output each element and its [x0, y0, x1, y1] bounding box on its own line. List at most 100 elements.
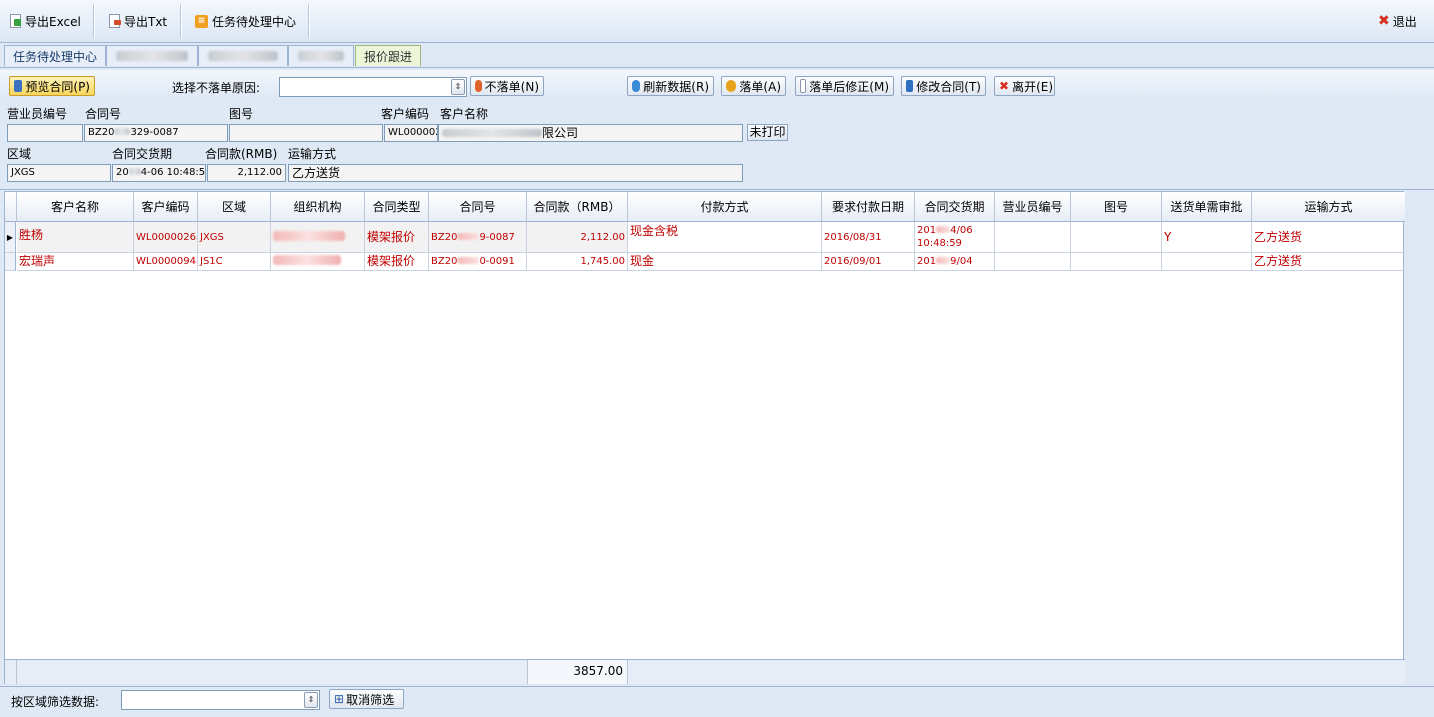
chevron-down-icon[interactable]: ⇕: [304, 692, 318, 708]
preview-contract-button[interactable]: 预览合同(P): [9, 76, 95, 96]
pay-date-cell[interactable]: 2016/09/01: [822, 253, 915, 271]
reason-select[interactable]: ⇕: [279, 77, 467, 97]
leave-label: 离开(E): [1012, 79, 1054, 94]
contract-no-field[interactable]: BZ20 329-0087: [84, 124, 228, 142]
no-order-label: 不落单(N): [484, 79, 539, 94]
shipping-cell[interactable]: 乙方送货: [1252, 253, 1405, 271]
chevron-down-icon[interactable]: ⇕: [451, 79, 465, 95]
tab-label: 报价跟进: [363, 49, 412, 64]
column-header[interactable]: 客户编码: [134, 192, 198, 222]
contract-type-cell[interactable]: 模架报价: [365, 253, 429, 271]
payment-cell[interactable]: 现金: [628, 253, 822, 271]
tab-task-center[interactable]: 任务待处理中心: [4, 45, 106, 66]
contract-no-tail: 0-0091: [479, 256, 515, 267]
txt-file-icon: [109, 14, 121, 28]
shipping-cell[interactable]: 乙方送货: [1252, 222, 1405, 253]
salesman-no-label: 营业员编号: [7, 107, 68, 121]
salesman-cell[interactable]: [995, 222, 1071, 253]
amount-cell[interactable]: 1,745.00: [527, 253, 628, 271]
shipping-field[interactable]: 乙方送货: [288, 164, 743, 182]
need-approval-cell[interactable]: [1162, 253, 1252, 271]
customer-name-cell[interactable]: 宏瑞声: [17, 253, 134, 271]
delivery-date-label: 合同交货期: [112, 147, 173, 161]
column-header[interactable]: 组织机构: [271, 192, 365, 222]
tab-blurred-2[interactable]: [198, 45, 288, 66]
amount-field[interactable]: 2,112.00: [207, 164, 286, 182]
fix-after-order-label: 落单后修正(M): [809, 79, 889, 94]
contract-no-cell[interactable]: BZ20 0-0091: [429, 253, 527, 271]
drawing-cell[interactable]: [1071, 253, 1162, 271]
drawing-no-label: 图号: [229, 107, 254, 121]
export-excel-button[interactable]: 导出Excel: [10, 0, 81, 42]
pay-date-cell[interactable]: 2016/08/31: [822, 222, 915, 253]
amount-cell[interactable]: 2,112.00: [527, 222, 628, 253]
fix-after-order-button[interactable]: 落单后修正(M): [795, 76, 894, 96]
toolbar-divider: [93, 4, 95, 38]
column-header[interactable]: 运输方式: [1252, 192, 1405, 222]
column-header[interactable]: 要求付款日期: [822, 192, 915, 222]
column-header[interactable]: 付款方式: [628, 192, 822, 222]
delivery-tail: 4/06: [950, 225, 973, 236]
contract-no-value: BZ20: [88, 127, 115, 138]
column-header[interactable]: 客户名称: [17, 192, 134, 222]
org-cell[interactable]: [271, 222, 365, 253]
toolbar-divider: [308, 4, 310, 38]
column-header[interactable]: 图号: [1071, 192, 1162, 222]
tab-blurred-1[interactable]: [106, 45, 198, 66]
column-header[interactable]: 区域: [198, 192, 271, 222]
column-header[interactable]: 营业员编号: [995, 192, 1071, 222]
exit-button[interactable]: ✖ 退出: [1378, 0, 1417, 42]
salesman-no-field[interactable]: [7, 124, 83, 142]
customer-code-cell[interactable]: WL00000948: [134, 253, 198, 271]
main-toolbar: 导出Excel 导出Txt ≡ 任务待处理中心 ✖ 退出: [0, 0, 1434, 43]
contract-type-cell[interactable]: 模架报价: [365, 222, 429, 253]
org-cell[interactable]: [271, 253, 365, 271]
customer-name-cell[interactable]: 胜杨: [17, 222, 134, 253]
drawing-cell[interactable]: [1071, 222, 1162, 253]
region-field[interactable]: JXGS: [7, 164, 111, 182]
customer-name-field[interactable]: 限公司: [438, 124, 743, 142]
delivery-date-cell[interactable]: 201 4/06 10:48:59: [915, 222, 995, 253]
customer-code-field[interactable]: WL0000020: [384, 124, 438, 142]
cancel-filter-button[interactable]: ⊞ 取消筛选: [329, 689, 404, 709]
refresh-button[interactable]: 刷新数据(R): [627, 76, 714, 96]
contract-grid: 客户名称 客户编码 区域 组织机构 合同类型 合同号 合同款（RMB） 付款方式…: [4, 191, 1405, 684]
customer-code-label: 客户编码: [381, 107, 430, 121]
region-cell[interactable]: JS1C: [198, 253, 271, 271]
tab-strip: 任务待处理中心 报价跟进: [0, 43, 1434, 68]
filter-bar: 按区域筛选数据: ⇕ ⊞ 取消筛选: [0, 686, 1434, 717]
place-order-button[interactable]: 落单(A): [721, 76, 786, 96]
salesman-cell[interactable]: [995, 253, 1071, 271]
column-header[interactable]: 合同交货期: [915, 192, 995, 222]
printer-icon: [14, 80, 23, 92]
payment-cell[interactable]: 现金含税: [628, 222, 822, 253]
tab-label: 任务待处理中心: [12, 49, 97, 64]
column-header[interactable]: 送货单需审批: [1162, 192, 1252, 222]
no-order-button[interactable]: 不落单(N): [470, 76, 544, 96]
contract-no-cell[interactable]: BZ20 9-0087: [429, 222, 527, 253]
column-header[interactable]: 合同款（RMB）: [527, 192, 628, 222]
redacted-text: [273, 231, 345, 241]
preview-contract-label: 预览合同(P): [25, 79, 90, 94]
need-approval-cell[interactable]: Y: [1162, 222, 1252, 253]
delivery-date-field[interactable]: 20 4-06 10:48:59: [112, 164, 206, 182]
region-cell[interactable]: JXGS: [198, 222, 271, 253]
column-header[interactable]: 合同类型: [365, 192, 429, 222]
tab-blurred-3[interactable]: [288, 45, 354, 66]
modify-contract-button[interactable]: 修改合同(T): [901, 76, 986, 96]
delivery-date-cell[interactable]: 201 9/04: [915, 253, 995, 271]
region-filter-select[interactable]: ⇕: [121, 690, 320, 710]
redacted-text: [273, 255, 341, 265]
leave-button[interactable]: ✖ 离开(E): [994, 76, 1055, 96]
export-txt-button[interactable]: 导出Txt: [109, 0, 167, 42]
task-center-button[interactable]: ≡ 任务待处理中心: [195, 0, 296, 42]
row-header: [5, 253, 16, 271]
action-bar: 预览合同(P) 选择不落单原因: ⇕ 不落单(N) 刷新数据(R) 落单(A) …: [0, 70, 1434, 101]
exit-label: 退出: [1392, 14, 1417, 29]
drawing-no-field[interactable]: [229, 124, 383, 142]
delivery-tail: 9/04: [950, 256, 973, 267]
column-header[interactable]: 合同号: [429, 192, 527, 222]
tab-quote-followup[interactable]: 报价跟进: [355, 45, 421, 66]
customer-code-cell[interactable]: WL00000263: [134, 222, 198, 253]
redacted-text: [457, 233, 480, 240]
